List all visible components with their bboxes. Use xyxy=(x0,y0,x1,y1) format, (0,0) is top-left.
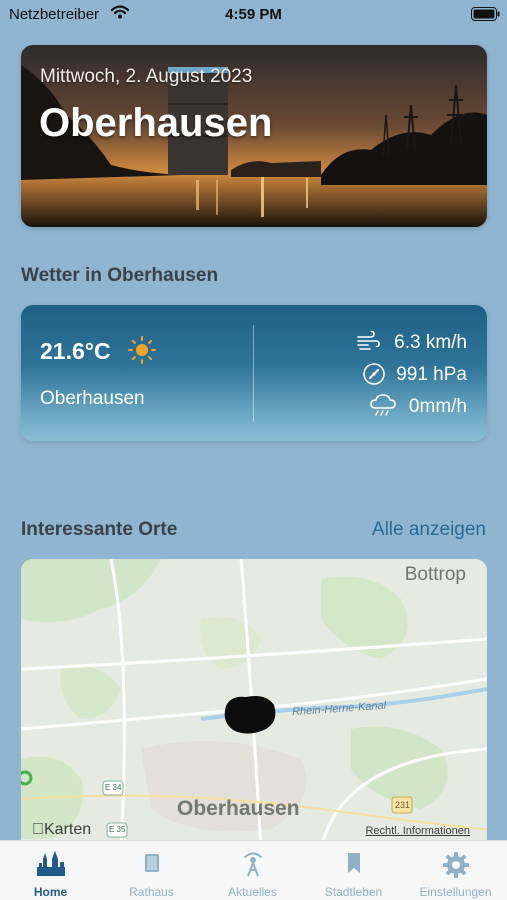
apple-logo-icon:  xyxy=(32,821,44,838)
bookmark-icon xyxy=(345,851,363,880)
map-road-e34: E 34 xyxy=(105,783,122,792)
rain-cloud-icon xyxy=(370,394,396,423)
places-map[interactable]: Bottrop Rhein-Herne-Kanal E 34 E 35 231 … xyxy=(21,559,487,849)
hero-date: Mittwoch, 2. August 2023 xyxy=(40,66,253,87)
wind-value: 6.3 km/h xyxy=(394,332,467,353)
map-road-231: 231 xyxy=(395,800,411,810)
tab-stadtleben[interactable]: Stadtleben xyxy=(303,841,404,900)
tab-rathaus-label: Rathaus xyxy=(129,885,174,899)
tab-home[interactable]: Home xyxy=(0,841,101,900)
home-cathedral-icon xyxy=(36,851,66,882)
map-label-bottrop: Bottrop xyxy=(404,564,466,585)
weather-section-title: Wetter in Oberhausen xyxy=(21,265,219,286)
map-attribution: Karten xyxy=(32,821,91,839)
gauge-icon xyxy=(362,362,386,391)
weather-divider xyxy=(253,325,254,422)
wind-icon xyxy=(356,330,380,357)
status-bar: Netzbetreiber 4:59 PM xyxy=(0,0,507,30)
tab-aktuelles-label: Aktuelles xyxy=(228,885,277,899)
map-label-oberhausen: Oberhausen xyxy=(177,797,300,820)
antenna-icon xyxy=(241,851,265,882)
temperature-value: 21.6°C xyxy=(40,338,111,364)
tab-einstellungen[interactable]: Einstellungen xyxy=(404,841,507,900)
tab-bar: Home Rathaus Aktuelles Stadtleben Einste… xyxy=(0,840,507,900)
sun-icon xyxy=(127,335,157,370)
see-all-link[interactable]: Alle anzeigen xyxy=(372,519,486,541)
weather-city-name: Oberhausen xyxy=(40,388,145,409)
tab-stadtleben-label: Stadtleben xyxy=(324,885,383,899)
map-legal-link[interactable]: Rechtl. Informationen xyxy=(365,825,470,837)
tab-home-label: Home xyxy=(33,885,68,899)
map-attribution-text: Karten xyxy=(32,821,91,838)
battery-icon xyxy=(471,7,500,26)
tab-rathaus[interactable]: Rathaus xyxy=(101,841,202,900)
hero-city-name: Oberhausen xyxy=(39,101,273,145)
places-section-title: Interessante Orte xyxy=(21,519,178,540)
weather-card[interactable]: 21.6°C Oberhausen 6.3 km/h 991 hPa 0mm/h xyxy=(21,305,487,441)
tab-einstellungen-label: Einstellungen xyxy=(419,885,492,899)
city-hero-card[interactable]: Mittwoch, 2. August 2023 Oberhausen xyxy=(21,45,487,227)
pressure-value: 991 hPa xyxy=(396,364,467,385)
gear-icon xyxy=(442,851,470,884)
book-icon xyxy=(142,851,162,880)
clock: 4:59 PM xyxy=(225,6,282,23)
tab-aktuelles[interactable]: Aktuelles xyxy=(202,841,303,900)
rain-value: 0mm/h xyxy=(408,396,467,417)
map-road-e35: E 35 xyxy=(109,825,126,834)
